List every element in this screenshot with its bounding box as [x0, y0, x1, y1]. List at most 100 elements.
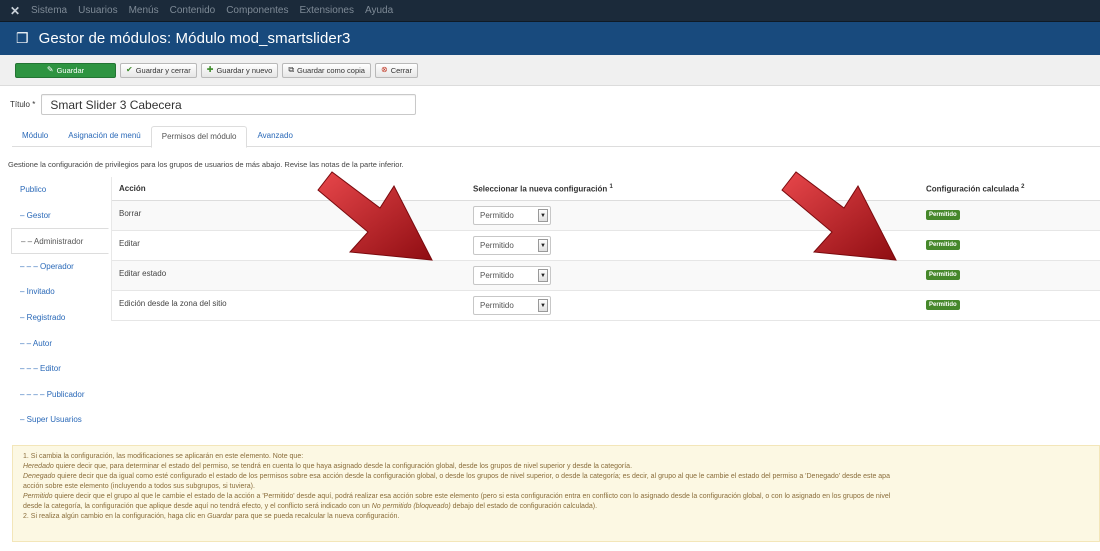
table-header: Acción Seleccionar la nueva configuració…: [112, 177, 1100, 201]
calculated-badge: Permitido: [926, 270, 960, 280]
note-2: 2. Si realiza algún cambio en la configu…: [23, 512, 1099, 522]
group-publico[interactable]: Publico: [11, 177, 104, 203]
permissions-intro: Gestione la configuración de privilegios…: [8, 160, 404, 169]
menu-usuarios[interactable]: Usuarios: [78, 5, 117, 16]
menu-sistema[interactable]: Sistema: [31, 5, 67, 16]
close-label: Cerrar: [390, 65, 412, 75]
term-permitido: Permitido: [23, 493, 53, 500]
copy-icon: ⧉: [288, 65, 295, 74]
note-permitido: Permitido quiere decir que el grupo al q…: [23, 492, 1099, 502]
tab-asignacion-menu[interactable]: Asignación de menú: [58, 126, 151, 147]
tab-modulo[interactable]: Módulo: [12, 126, 58, 147]
calculated-badge: Permitido: [926, 300, 960, 310]
tab-avanzado[interactable]: Avanzado: [247, 126, 302, 147]
table-row: Editar Permitido ▼ Permitido: [112, 231, 1100, 261]
note-2-em: Guardar: [207, 513, 233, 520]
user-groups-list: Publico – Gestor – – Administrador – – –…: [11, 177, 109, 433]
menu-ayuda[interactable]: Ayuda: [365, 5, 393, 16]
select-value: Permitido: [480, 211, 514, 220]
text-permitido-cont-a: desde la categoría, la configuración que…: [23, 503, 372, 510]
title-label: Título *: [10, 100, 36, 109]
note-1: 1. Si cambia la configuración, las modif…: [23, 453, 304, 460]
select-value: Permitido: [480, 271, 514, 280]
save-close-button[interactable]: ✔ Guardar y cerrar: [120, 62, 197, 78]
col-calc-sup: 2: [1021, 183, 1025, 190]
text-heredado: quiere decir que, para determinar el est…: [53, 463, 633, 470]
save-copy-button[interactable]: ⧉ Guardar como copia: [282, 62, 371, 78]
permission-select[interactable]: Permitido ▼: [473, 236, 551, 255]
save-button[interactable]: ✎ Guardar: [15, 62, 116, 78]
edit-icon: ✎: [46, 65, 54, 74]
select-value: Permitido: [480, 301, 514, 310]
permission-select[interactable]: Permitido ▼: [473, 296, 551, 315]
note-heredado: Heredado quiere decir que, para determin…: [23, 462, 1099, 472]
check-icon: ✔: [126, 65, 133, 74]
plus-icon: ✚: [206, 65, 214, 74]
col-new-sup: 1: [609, 183, 613, 190]
save-copy-label: Guardar como copia: [297, 65, 365, 75]
top-menubar: ✕ Sistema Usuarios Menús Contenido Compo…: [0, 0, 1100, 22]
text-permitido: quiere decir que el grupo al que le camb…: [52, 493, 891, 500]
toolbar: ✎ Guardar ✔ Guardar y cerrar ✚ Guardar y…: [0, 55, 1100, 86]
menu-componentes[interactable]: Componentes: [226, 5, 288, 16]
note-permitido-cont: desde la categoría, la configuración que…: [23, 502, 1099, 512]
table-row: Borrar Permitido ▼ Permitido: [112, 201, 1100, 231]
chevron-down-icon: ▼: [538, 209, 548, 222]
tabs: Módulo Asignación de menú Permisos del m…: [12, 126, 1100, 148]
term-heredado: Heredado: [23, 463, 54, 470]
title-input[interactable]: [41, 94, 417, 115]
close-button[interactable]: ⊗ Cerrar: [374, 62, 418, 78]
text-denegado: quiere decir que da igual como esté conf…: [55, 473, 890, 480]
menu-contenido[interactable]: Contenido: [170, 5, 216, 16]
table-row: Edición desde la zona del sitio Permitid…: [112, 291, 1100, 321]
text-permitido-cont-em: No permitido (bloqueado): [371, 503, 451, 510]
col-action-header: Acción: [119, 184, 146, 193]
group-invitado[interactable]: – Invitado: [11, 279, 104, 305]
save-button-label: Guardar: [56, 65, 85, 75]
chevron-down-icon: ▼: [538, 239, 548, 252]
page-header: ❒ Gestor de módulos: Módulo mod_smartsli…: [0, 22, 1100, 55]
group-autor[interactable]: – – Autor: [11, 331, 104, 357]
group-gestor[interactable]: – Gestor: [11, 203, 104, 229]
permissions-table: Acción Seleccionar la nueva configuració…: [111, 177, 1100, 321]
note-denegado-cont: acción sobre este elemento (incluyendo a…: [23, 483, 255, 490]
permission-select[interactable]: Permitido ▼: [473, 266, 551, 285]
menu-extensiones[interactable]: Extensiones: [299, 5, 353, 16]
title-row: Título *: [10, 94, 417, 115]
col-calc-header: Configuración calculada 2: [926, 184, 1096, 194]
save-new-button[interactable]: ✚ Guardar y nuevo: [200, 62, 279, 78]
action-label: Edición desde la zona del sitio: [119, 299, 227, 308]
table-row: Editar estado Permitido ▼ Permitido: [112, 261, 1100, 291]
save-close-label: Guardar y cerrar: [135, 65, 191, 75]
joomla-icon[interactable]: ✕: [8, 4, 22, 18]
group-editor[interactable]: – – – Editor: [11, 356, 104, 382]
chevron-down-icon: ▼: [538, 299, 548, 312]
permissions-notes: 1. Si cambia la configuración, las modif…: [12, 445, 1100, 542]
chevron-down-icon: ▼: [538, 269, 548, 282]
note-denegado: Denegado quiere decir que da igual como …: [23, 472, 1099, 482]
action-label: Editar estado: [119, 269, 167, 278]
group-publicador[interactable]: – – – – Publicador: [11, 382, 104, 408]
group-registrado[interactable]: – Registrado: [11, 305, 104, 331]
note-2-b: para que se pueda recalcular la nueva co…: [232, 513, 400, 520]
col-new-header: Seleccionar la nueva configuración 1: [473, 184, 926, 194]
calculated-badge: Permitido: [926, 240, 960, 250]
select-value: Permitido: [480, 241, 514, 250]
col-calc-text: Configuración calculada: [926, 184, 1019, 194]
group-super-usuarios[interactable]: – Super Usuarios: [11, 407, 104, 433]
note-2-a: 2. Si realiza algún cambio en la configu…: [23, 513, 208, 520]
group-operador[interactable]: – – – Operador: [11, 254, 104, 280]
action-label: Editar: [119, 239, 140, 248]
cube-icon: ❒: [16, 30, 29, 46]
term-denegado: Denegado: [23, 473, 56, 480]
calculated-badge: Permitido: [926, 210, 960, 220]
action-label: Borrar: [119, 209, 142, 218]
save-new-label: Guardar y nuevo: [216, 65, 273, 75]
group-administrador[interactable]: – – Administrador: [11, 228, 109, 254]
cancel-icon: ⊗: [380, 65, 388, 74]
menu-menus[interactable]: Menús: [129, 5, 159, 16]
permission-select[interactable]: Permitido ▼: [473, 206, 551, 225]
tab-permisos[interactable]: Permisos del módulo: [150, 126, 248, 148]
text-permitido-cont-b: debajo del estado de configuración calcu…: [450, 503, 598, 510]
page-title: Gestor de módulos: Módulo mod_smartslide…: [38, 30, 351, 47]
